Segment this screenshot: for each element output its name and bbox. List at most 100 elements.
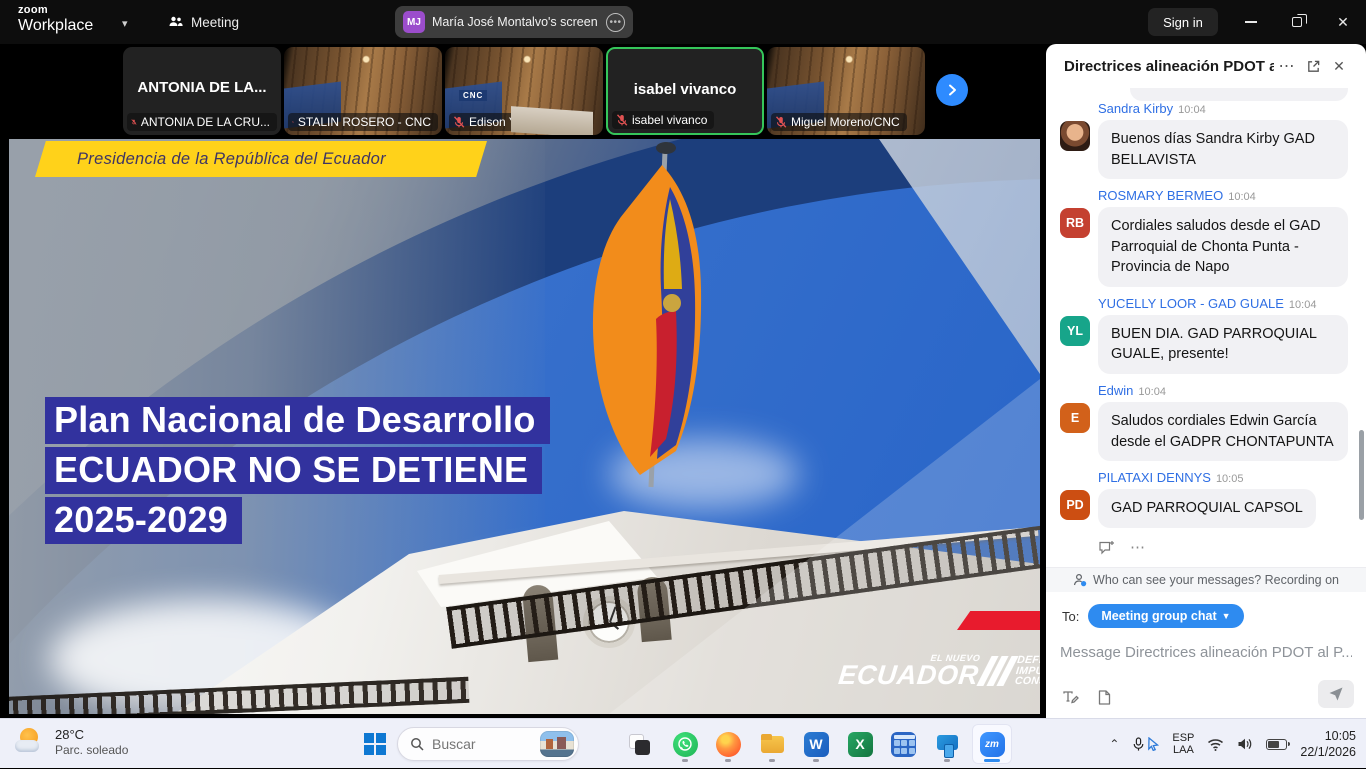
message-time: 10:04 (1138, 386, 1166, 398)
muted-mic-icon (131, 116, 137, 128)
chat-message: YL YUCELLY LOOR - GAD GUALE10:04 BUEN DI… (1046, 296, 1366, 374)
slide-title-line: 2025-2029 (45, 497, 242, 544)
sender-name: YUCELLY LOOR - GAD GUALE (1098, 296, 1284, 311)
send-plane-icon (1328, 686, 1344, 702)
participant-name-overlay: isabel vivanco (608, 81, 762, 98)
message-more-icon[interactable]: ⋯ (1130, 538, 1146, 556)
restore-icon (1292, 17, 1302, 27)
start-button[interactable] (364, 733, 386, 755)
chat-message: PD PILATAXI DENNYS10:05 GAD PARROQUIAL C… (1046, 470, 1366, 528)
keyboard-language-indicator[interactable]: ESP LAA (1172, 732, 1194, 756)
muted-mic-icon (453, 116, 465, 128)
phone-link-button[interactable] (927, 724, 967, 764)
people-icon (168, 14, 184, 30)
task-view-icon (627, 732, 652, 757)
word-button[interactable]: W (796, 724, 836, 764)
message-time: 10:05 (1216, 473, 1244, 485)
weather-description: Parc. soleado (55, 743, 128, 757)
avatar: PD (1060, 490, 1090, 520)
microphone-tray-icon[interactable] (1132, 737, 1145, 752)
chat-message-list: Sandra Kirby10:04 Buenos días Sandra Kir… (1046, 101, 1366, 557)
partial-message-bubble (1130, 88, 1348, 101)
message-bubble: Saludos cordiales Edwin García desde el … (1098, 402, 1348, 461)
privacy-notice-bar[interactable]: Who can see your messages? Recording on (1046, 567, 1366, 592)
sender-name: Edwin (1098, 383, 1133, 398)
file-explorer-button[interactable] (752, 724, 792, 764)
wifi-icon[interactable] (1207, 738, 1224, 751)
message-bubble: GAD PARROQUIAL CAPSOL (1098, 489, 1316, 528)
to-label: To: (1062, 609, 1079, 624)
message-time: 10:04 (1228, 191, 1256, 203)
taskbar-search[interactable] (397, 727, 579, 761)
more-options-icon[interactable]: ••• (606, 13, 625, 32)
firefox-button[interactable] (708, 724, 748, 764)
pop-out-icon[interactable] (1300, 53, 1326, 79)
zoom-app-button[interactable]: zm (972, 724, 1012, 764)
hidden-icons-chevron[interactable]: ⌃ (1109, 737, 1119, 751)
minimize-button[interactable] (1229, 0, 1273, 44)
message-time: 10:04 (1178, 104, 1206, 116)
zoom-titlebar: zoom Workplace ▾ Meeting MJ María José M… (0, 0, 1366, 44)
logo-defiende: DEFIENDE (1017, 655, 1040, 666)
running-indicator (682, 759, 688, 762)
phone-link-icon (935, 732, 960, 757)
chat-message: E Edwin10:04 Saludos cordiales Edwin Gar… (1046, 383, 1366, 461)
zoom-app-icon: zm (980, 732, 1005, 757)
avatar: MJ (403, 11, 425, 33)
search-input[interactable] (432, 736, 532, 752)
participant-label: ANTONIA DE LA CRU... (141, 115, 270, 129)
participant-label: isabel vivanco (632, 113, 707, 127)
participant-tile[interactable]: STALIN ROSERO - CNC (284, 47, 442, 135)
whatsapp-icon (673, 732, 698, 757)
avatar: RB (1060, 208, 1090, 238)
logo-ecuador: ECUADOR (837, 663, 980, 689)
running-indicator (813, 759, 819, 762)
chat-scrollbar[interactable] (1359, 430, 1364, 520)
calculator-button[interactable] (883, 724, 923, 764)
presidencia-banner: Presidencia de la República del Ecuador (35, 141, 487, 177)
zoom-workplace-logo: zoom Workplace (18, 5, 93, 34)
send-button[interactable] (1318, 680, 1354, 708)
task-view-button[interactable] (619, 724, 659, 764)
taskbar-weather-widget[interactable]: 28°C Parc. soleado (14, 726, 128, 758)
message-input[interactable] (1060, 640, 1352, 664)
participant-tile[interactable]: CNC Edison Yánez / CNC (445, 47, 603, 135)
search-highlight-image (540, 731, 574, 757)
participant-tile[interactable]: Miguel Moreno/CNC (767, 47, 925, 135)
close-chat-icon[interactable]: ✕ (1326, 53, 1352, 79)
pointer-tray-icon[interactable] (1147, 737, 1159, 751)
format-text-icon[interactable] (1062, 689, 1079, 706)
participant-label: STALIN ROSERO - CNC (298, 115, 431, 129)
restore-button[interactable] (1275, 0, 1319, 44)
taskbar-clock[interactable]: 10:05 22/1/2026 (1300, 728, 1356, 760)
logo-slashes-icon (982, 656, 1012, 686)
red-accent-stripe (957, 611, 1040, 630)
next-participants-button[interactable] (936, 74, 968, 106)
whatsapp-button[interactable] (665, 724, 705, 764)
attach-file-icon[interactable] (1097, 689, 1112, 706)
add-reply-icon[interactable] (1098, 539, 1116, 555)
participant-tile-active-speaker[interactable]: isabel vivanco isabel vivanco (606, 47, 764, 135)
battery-icon[interactable] (1266, 739, 1287, 750)
avatar: YL (1060, 316, 1090, 346)
excel-button[interactable]: X (840, 724, 880, 764)
chat-message: Sandra Kirby10:04 Buenos días Sandra Kir… (1046, 101, 1366, 179)
sign-in-button[interactable]: Sign in (1148, 8, 1218, 36)
chat-more-icon[interactable]: ⋯ (1274, 53, 1300, 79)
participant-tile[interactable]: ANTONIA DE LA... ANTONIA DE LA CRU... (123, 47, 281, 135)
close-button[interactable] (1321, 0, 1365, 44)
active-app-indicator (984, 759, 1000, 762)
chevron-down-icon: ▼ (1222, 611, 1231, 621)
chevron-down-icon[interactable]: ▾ (122, 17, 128, 30)
tab-shared-screen[interactable]: MJ María José Montalvo's screen ••• (395, 6, 633, 38)
folder-icon (760, 732, 785, 757)
tab-meeting[interactable]: Meeting (160, 8, 247, 36)
sender-name: ROSMARY BERMEO (1098, 188, 1223, 203)
running-indicator (944, 759, 950, 762)
chevron-right-icon (945, 83, 959, 97)
send-target-dropdown[interactable]: Meeting group chat ▼ (1088, 604, 1243, 628)
speaker-icon[interactable] (1237, 737, 1253, 751)
calculator-icon (891, 732, 916, 757)
sender-name: Sandra Kirby (1098, 101, 1173, 116)
firefox-icon (716, 732, 741, 757)
